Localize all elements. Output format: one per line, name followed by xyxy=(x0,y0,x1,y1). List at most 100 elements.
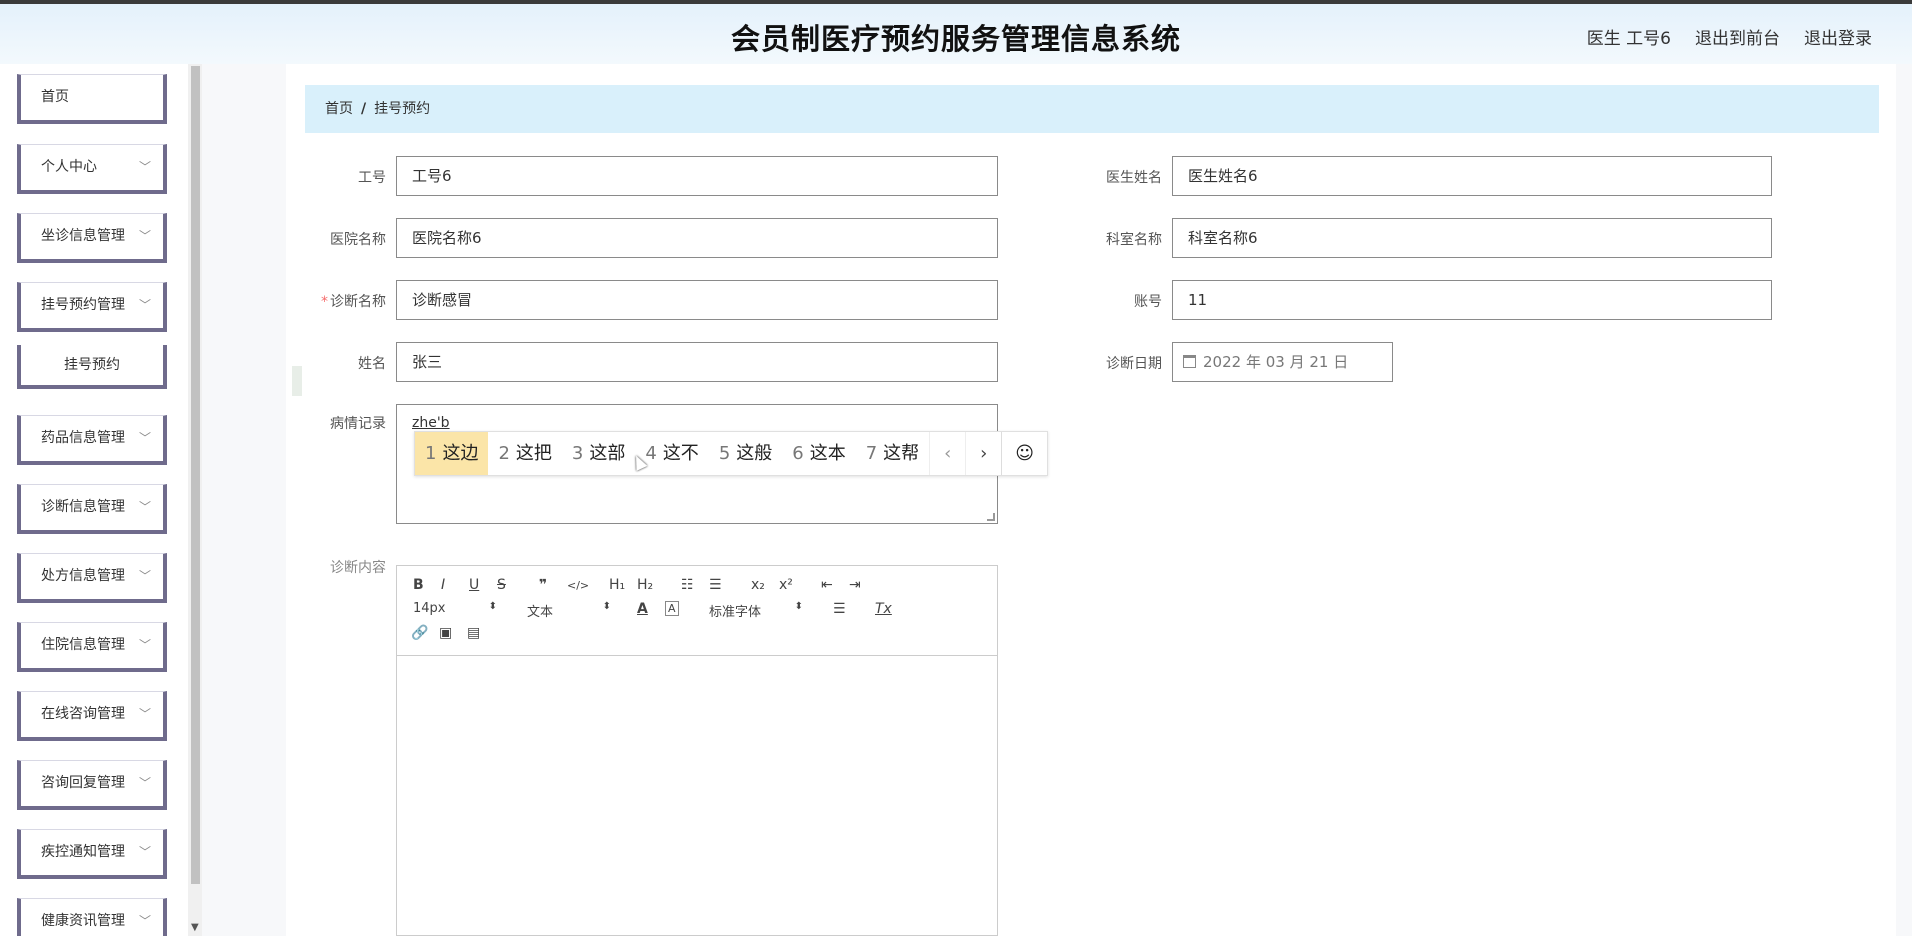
scroll-down-arrow-icon[interactable]: ▼ xyxy=(191,922,199,933)
header: 会员制医疗预约服务管理信息系统 医生 工号6 退出到前台 退出登录 xyxy=(0,4,1912,64)
ime-candidate-text: 这帮 xyxy=(883,443,920,464)
record-composition-text: zhe'b xyxy=(412,415,450,431)
block-format-value: 文本 xyxy=(527,605,554,620)
sidebar-subitem-appointment[interactable]: 挂号预约 xyxy=(17,345,167,389)
sidebar-item-label: 坐诊信息管理 xyxy=(41,228,125,244)
ime-candidate-text: 这不 xyxy=(662,443,699,464)
sidebar-item-cdc-notice[interactable]: 疾控通知管理 ﹀ xyxy=(17,829,167,879)
logout-link[interactable]: 退出登录 xyxy=(1804,24,1872,49)
sidebar-item-medicine[interactable]: 药品信息管理 ﹀ xyxy=(17,415,167,465)
ime-candidate-number: 3 xyxy=(571,443,584,464)
chevron-down-icon: ﹀ xyxy=(138,431,151,445)
bullet-list-icon[interactable]: ☰ xyxy=(709,577,722,593)
date-picker[interactable]: 2022 年 03 月 21 日 xyxy=(1172,342,1393,382)
superscript-icon[interactable]: x² xyxy=(779,577,793,593)
code-block-icon[interactable]: </> xyxy=(567,579,589,592)
image-icon[interactable]: ▣ xyxy=(439,625,452,641)
font-size-value: 14px xyxy=(413,601,446,616)
ime-candidate[interactable]: 6 这本 xyxy=(782,432,855,475)
sidebar-item-prescription[interactable]: 处方信息管理 ﹀ xyxy=(17,553,167,603)
select-arrows-icon: ⬍ xyxy=(794,601,803,612)
sidebar-item-home[interactable]: 首页 xyxy=(17,74,167,124)
font-family-select[interactable]: 标准字体 ⬍ xyxy=(709,601,803,620)
underline-icon[interactable]: U xyxy=(469,577,479,593)
breadcrumb-separator: / xyxy=(361,101,367,117)
font-family-value: 标准字体 xyxy=(709,605,762,620)
heading2-icon[interactable]: H₂ xyxy=(637,577,653,593)
clear-format-icon[interactable]: Tx xyxy=(875,601,892,617)
sidebar-item-clinic[interactable]: 坐诊信息管理 ﹀ xyxy=(17,213,167,263)
breadcrumb-home[interactable]: 首页 xyxy=(325,101,353,117)
current-user-label[interactable]: 医生 工号6 xyxy=(1587,24,1671,49)
chevron-down-icon: ﹀ xyxy=(138,229,151,243)
sidebar-item-inpatient[interactable]: 住院信息管理 ﹀ xyxy=(17,622,167,672)
editor-toolbar: B I U S ❞ </> H₁ H₂ ☷ ☰ x₂ x² ⇤ ⇥ 14px ⬍ … xyxy=(397,566,997,656)
sidebar-item-label: 诊断信息管理 xyxy=(41,499,125,515)
sidebar-item-label: 挂号预约管理 xyxy=(41,297,125,313)
ime-candidate-number: 5 xyxy=(718,443,731,464)
select-arrows-icon: ⬍ xyxy=(488,601,497,612)
background-color-icon[interactable]: A xyxy=(665,601,679,616)
ime-prev-page-icon[interactable]: ‹ xyxy=(929,432,965,475)
diagnosis-name-input[interactable]: 诊断感冒 xyxy=(396,280,998,320)
bold-icon[interactable]: B xyxy=(413,577,424,593)
font-color-icon[interactable]: A xyxy=(637,601,648,617)
ime-candidate[interactable]: 3 这部 xyxy=(562,432,635,475)
doctor-name-input[interactable]: 医生姓名6 xyxy=(1172,156,1772,196)
font-size-select[interactable]: 14px ⬍ xyxy=(413,601,497,616)
record-label: 病情记录 xyxy=(330,416,386,432)
hospital-input[interactable]: 医院名称6 xyxy=(396,218,998,258)
link-icon[interactable]: 🔗 xyxy=(411,625,428,641)
resize-handle-icon[interactable] xyxy=(987,513,995,521)
diagnosis-name-label: * 诊断名称 xyxy=(306,291,386,311)
ime-candidate-number: 4 xyxy=(645,443,657,464)
ime-candidate-number: 2 xyxy=(498,443,510,464)
sidebar-item-diagnosis[interactable]: 诊断信息管理 ﹀ xyxy=(17,484,167,534)
sidebar-item-appointment-mgmt[interactable]: 挂号预约管理 ﹀ xyxy=(17,282,167,332)
ime-candidate-number: 1 xyxy=(425,443,437,464)
sidebar-item-reply[interactable]: 咨询回复管理 ﹀ xyxy=(17,760,167,810)
sidebar-item-label: 咨询回复管理 xyxy=(41,775,125,791)
job-no-label: 工号 xyxy=(358,170,386,186)
blockquote-icon[interactable]: ❞ xyxy=(539,577,547,593)
sidebar-item-personal[interactable]: 个人中心 ﹀ xyxy=(17,144,167,194)
back-to-front-link[interactable]: 退出到前台 xyxy=(1695,24,1780,49)
align-icon[interactable]: ☰ xyxy=(833,601,846,617)
sidebar-item-label: 疾控通知管理 xyxy=(41,844,125,860)
ime-candidate[interactable]: 1 这边 xyxy=(415,432,489,475)
block-format-select[interactable]: 文本 ⬍ xyxy=(527,601,611,620)
department-input[interactable]: 科室名称6 xyxy=(1172,218,1772,258)
indent-icon[interactable]: ⇥ xyxy=(849,577,861,593)
name-label: 姓名 xyxy=(358,356,386,372)
job-no-input[interactable]: 工号6 xyxy=(396,156,998,196)
account-input[interactable]: 11 xyxy=(1172,280,1772,320)
sidebar-scrollbar-thumb[interactable] xyxy=(191,66,200,884)
heading1-icon[interactable]: H₁ xyxy=(609,577,625,593)
ime-next-page-icon[interactable]: › xyxy=(965,432,1001,475)
rich-text-editor: B I U S ❞ </> H₁ H₂ ☷ ☰ x₂ x² ⇤ ⇥ 14px ⬍ … xyxy=(396,565,998,936)
calendar-icon xyxy=(1183,355,1196,368)
sidebar-item-label: 挂号预约 xyxy=(64,357,120,373)
chevron-down-icon: ﹀ xyxy=(138,914,151,928)
ime-candidate[interactable]: 7 这帮 xyxy=(856,432,929,475)
strikethrough-icon[interactable]: S xyxy=(497,577,506,593)
outdent-icon[interactable]: ⇤ xyxy=(821,577,833,593)
sidebar-item-label: 处方信息管理 xyxy=(41,568,125,584)
sidebar-item-consult[interactable]: 在线咨询管理 ﹀ xyxy=(17,691,167,741)
name-input[interactable]: 张三 xyxy=(396,342,998,382)
chevron-down-icon: ﹀ xyxy=(138,776,151,790)
editor-body[interactable] xyxy=(397,656,997,935)
ordered-list-icon[interactable]: ☷ xyxy=(681,577,694,593)
subscript-icon[interactable]: x₂ xyxy=(751,577,765,593)
italic-icon[interactable]: I xyxy=(441,577,445,593)
ime-candidate[interactable]: 4 这不 xyxy=(635,432,708,475)
sidebar-item-label: 在线咨询管理 xyxy=(41,706,125,722)
breadcrumb-current: 挂号预约 xyxy=(374,101,431,117)
diagnosis-name-label-text: 诊断名称 xyxy=(330,294,386,310)
emoji-icon[interactable]: ☺ xyxy=(1001,432,1047,475)
video-icon[interactable]: ▤ xyxy=(467,625,480,641)
ime-candidate-text: 这般 xyxy=(736,443,773,464)
ime-candidate[interactable]: 5 这般 xyxy=(709,432,782,475)
sidebar-item-health-news[interactable]: 健康资讯管理 ﹀ xyxy=(17,898,167,936)
ime-candidate[interactable]: 2 这把 xyxy=(488,432,561,475)
